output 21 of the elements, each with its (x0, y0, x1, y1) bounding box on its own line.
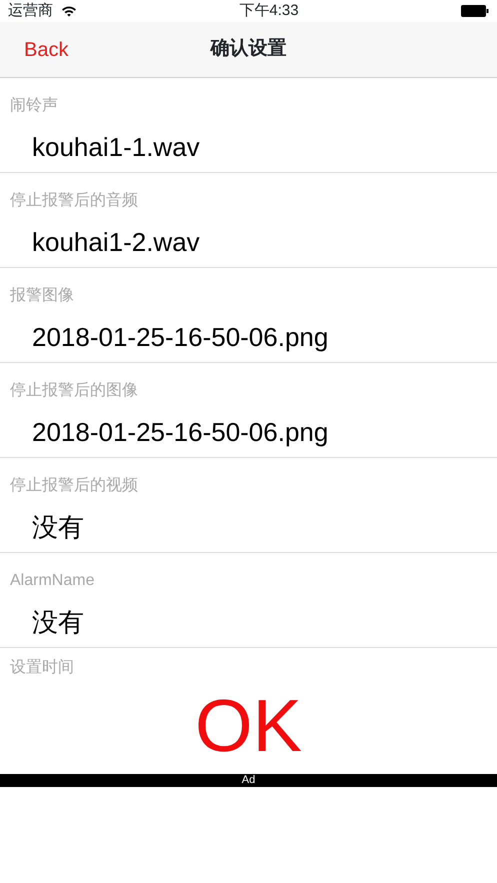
ok-button[interactable]: OK (191, 686, 306, 766)
field-label: 设置时间 (9, 658, 75, 678)
field-label: 报警图像 (9, 286, 75, 306)
field-value: 2018-01-25-16-50-06.png (31, 321, 330, 354)
field-value: kouhai1-1.wav (31, 131, 201, 164)
field-label: AlarmName (9, 571, 96, 591)
ad-banner[interactable]: Ad (0, 774, 497, 787)
field-value: kouhai1-2.wav (31, 226, 201, 259)
battery-icon (460, 5, 489, 17)
field-value: 没有 (31, 606, 85, 639)
field-label: 停止报警后的视频 (9, 476, 139, 496)
wifi-icon (61, 5, 77, 17)
field-label: 闹铃声 (9, 96, 59, 116)
field-label: 停止报警后的音频 (9, 190, 139, 211)
field-label: 停止报警后的图像 (9, 380, 139, 401)
screen-title: 确认设置 (210, 37, 286, 62)
field-value: 没有 (31, 511, 85, 544)
field-value: 2018-01-25-16-50-06.png (31, 416, 330, 449)
status-time: 下午4:33 (239, 0, 299, 21)
carrier-name: 运营商 (8, 0, 53, 21)
back-button[interactable]: Back (0, 34, 68, 64)
